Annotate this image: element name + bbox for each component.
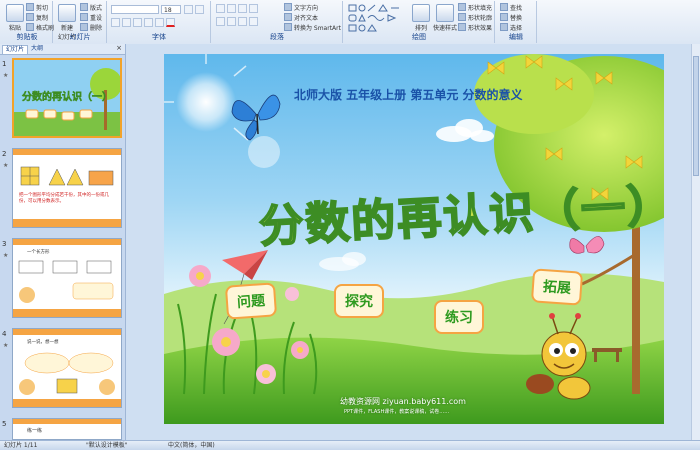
cut-button[interactable]: 剪切 — [26, 3, 48, 12]
slide-number: 4 — [2, 330, 7, 338]
thumb-5-text: 练一练 — [27, 428, 43, 434]
slide-number: 2 — [2, 150, 7, 158]
arrange-icon — [412, 4, 430, 22]
align-text-button[interactable]: 对齐文本 — [284, 13, 318, 22]
font-color-icon[interactable] — [166, 18, 175, 27]
watermark-text: 幼教资源网 ziyuan.baby611.com — [340, 397, 466, 406]
animation-star-icon: ★ — [3, 72, 9, 79]
bold-icon[interactable] — [111, 18, 120, 27]
watermark-subtext: PPT课件，FLASH课件，教案说课稿，试卷…… — [344, 409, 450, 415]
strikethrough-icon[interactable] — [144, 18, 153, 27]
font-name-combo[interactable] — [111, 5, 159, 14]
shape-effects-button[interactable]: 形状效果 — [458, 23, 492, 32]
slide-thumbnail-5[interactable]: 练一练 — [12, 418, 122, 440]
align-left-icon[interactable] — [216, 17, 225, 26]
animation-star-icon: ★ — [3, 342, 9, 349]
editing-group-label: 编辑 — [509, 33, 523, 41]
thumb-4-text: 说一说，想一想 — [27, 340, 59, 345]
find-button[interactable]: 查找 — [500, 3, 522, 12]
decrease-indent-icon[interactable] — [238, 4, 247, 13]
layout-button[interactable]: 版式 — [80, 3, 102, 12]
pink-butterfly-icon — [569, 236, 605, 254]
bullets-icon[interactable] — [216, 4, 225, 13]
quick-styles-icon — [436, 4, 454, 22]
close-icon[interactable]: × — [116, 44, 122, 52]
practice-button[interactable]: 练习 — [434, 300, 484, 334]
underline-icon[interactable] — [133, 18, 142, 27]
shapes-gallery-icon[interactable] — [348, 4, 408, 32]
numbering-icon[interactable] — [227, 4, 236, 13]
paste-icon — [6, 4, 24, 22]
explore-button[interactable]: 探究 — [334, 284, 384, 318]
slide-thumbnail-3[interactable]: 一个长方形 — [12, 238, 122, 318]
quick-styles-button[interactable]: 快速样式 — [432, 4, 458, 32]
arrange-button[interactable]: 排列 — [410, 4, 432, 32]
extend-button[interactable]: 拓展 — [530, 268, 584, 306]
slide-number: 1 — [2, 60, 7, 68]
italic-icon[interactable] — [122, 18, 131, 27]
thumb-2-text: 把一个图形平均分成若干份，其中的一份或几份，可以用分数表示。 — [19, 193, 109, 204]
drawing-group-label: 绘图 — [412, 33, 426, 41]
tab-outline[interactable]: 大纲 — [28, 45, 46, 53]
slide-number: 5 — [2, 420, 7, 428]
problem-button[interactable]: 问题 — [224, 282, 278, 320]
align-center-icon[interactable] — [227, 17, 236, 26]
copy-button[interactable]: 复制 — [26, 13, 48, 22]
paragraph-group-label: 段落 — [270, 33, 284, 41]
slides-panel: 幻灯片 大纲 × 1 ★ 分数的再认识（一） 2 ★ 把一个图形平均分成若干份，… — [0, 44, 126, 440]
shape-outline-button[interactable]: 形状轮廓 — [458, 13, 492, 22]
paste-button[interactable]: 粘贴 — [4, 4, 26, 32]
format-painter-button[interactable]: 格式刷 — [26, 23, 54, 32]
slide-thumbnail-4[interactable]: 说一说，想一想 — [12, 328, 122, 408]
vertical-scrollbar[interactable] — [691, 44, 700, 440]
paste-label: 粘贴 — [8, 25, 21, 32]
slide-thumbnail-2[interactable]: 把一个图形平均分成若干份，其中的一份或几份，可以用分数表示。 — [12, 148, 122, 228]
clipboard-group-label: 剪贴板 — [16, 33, 38, 41]
text-direction-button[interactable]: 文字方向 — [284, 3, 318, 12]
thumb-1-art: 分数的再认识（一） — [14, 60, 120, 136]
thumb-1-title: 分数的再认识（一） — [22, 90, 112, 103]
scrollbar-thumb[interactable] — [693, 56, 699, 176]
smartart-button[interactable]: 转换为 SmartArt — [284, 23, 341, 32]
justify-icon[interactable] — [249, 17, 258, 26]
new-slide-icon — [58, 4, 76, 22]
slide-subtitle: 北师大版 五年级上册 第五单元 分数的意义 — [294, 88, 523, 102]
select-button[interactable]: 选择 — [500, 23, 522, 32]
animation-star-icon: ★ — [3, 252, 9, 259]
shrink-font-icon[interactable] — [195, 5, 204, 14]
font-size-combo[interactable]: 18 — [161, 5, 181, 14]
slide-thumbnail-1[interactable]: 分数的再认识（一） — [12, 58, 122, 138]
editing-group: 查找 替换 选择 编辑 — [496, 1, 537, 43]
increase-indent-icon[interactable] — [249, 4, 258, 13]
reset-button[interactable]: 重设 — [80, 13, 102, 22]
shadow-icon[interactable] — [155, 18, 164, 27]
shape-fill-button[interactable]: 形状填充 — [458, 3, 492, 12]
thumb-2-art — [13, 149, 121, 227]
align-right-icon[interactable] — [238, 17, 247, 26]
paragraph-group: 文字方向 对齐文本 转换为 SmartArt 段落 — [212, 1, 343, 43]
slides-group-label: 幻灯片 — [69, 33, 91, 41]
drawing-group: 排列 快速样式 形状填充 形状轮廓 形状效果 绘图 — [344, 1, 495, 43]
sun-icon — [176, 72, 236, 132]
delete-slide-button[interactable]: 删除 — [80, 23, 102, 32]
slide-number: 3 — [2, 240, 7, 248]
tab-slides[interactable]: 幻灯片 — [2, 45, 29, 54]
font-group: 18 字体 — [108, 1, 211, 43]
replace-button[interactable]: 替换 — [500, 13, 522, 22]
slide-canvas[interactable]: 北师大版 五年级上册 第五单元 分数的意义 分数的再认识（一） 问题 探究 练习… — [164, 54, 664, 424]
panel-tabs: 幻灯片 大纲 × — [0, 44, 125, 55]
animation-star-icon: ★ — [3, 162, 9, 169]
grow-font-icon[interactable] — [184, 5, 193, 14]
clipboard-group: 粘贴 剪切 复制 格式刷 剪贴板 — [2, 1, 54, 43]
font-group-label: 字体 — [152, 33, 166, 41]
slides-group: 新建 幻灯片 版式 重设 删除 幻灯片 — [54, 1, 107, 43]
ribbon: 粘贴 剪切 复制 格式刷 剪贴板 新建 幻灯片 版式 重设 删除 幻灯片 18 … — [0, 0, 700, 45]
thumb-3-text: 一个长方形 — [27, 250, 50, 255]
cloud-icon — [436, 119, 494, 142]
